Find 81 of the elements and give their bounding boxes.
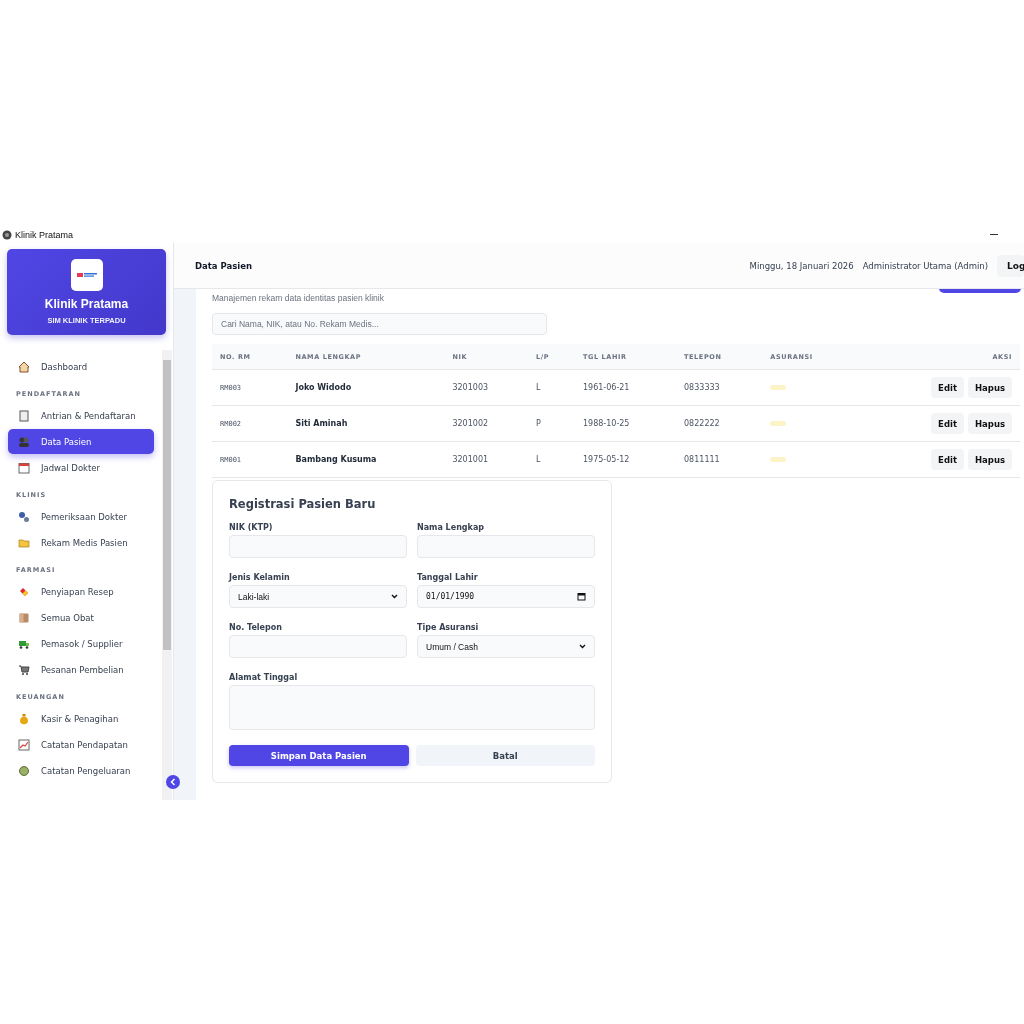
delete-button[interactable]: Hapus bbox=[967, 449, 1012, 470]
table-cell: Bambang Kusuma bbox=[287, 441, 445, 478]
house-icon bbox=[18, 360, 30, 373]
sidebar-item[interactable]: Pemasok / Supplier bbox=[8, 631, 154, 656]
people-icon bbox=[18, 435, 30, 448]
sidebar-item[interactable]: Antrian & Pendaftaran bbox=[8, 403, 154, 428]
table-cell: 0833333 bbox=[676, 369, 763, 406]
calendar-icon bbox=[18, 461, 30, 474]
edit-button[interactable]: Edit bbox=[931, 413, 964, 434]
sidebar-item[interactable]: Rekam Medis Pasien bbox=[8, 530, 154, 555]
scrollbar[interactable] bbox=[162, 350, 172, 800]
sidebar-item[interactable]: Semua Obat bbox=[8, 605, 154, 630]
field-label: NIK (KTP) bbox=[229, 523, 274, 532]
select-field[interactable]: Laki-laki bbox=[229, 585, 407, 608]
sidebar-item[interactable]: Data Pasien bbox=[8, 429, 154, 454]
box-icon bbox=[18, 611, 30, 624]
sidebar-item[interactable]: Pesanan Pembelian bbox=[8, 657, 154, 682]
table-cell: 1975-05-12 bbox=[574, 441, 677, 478]
date-field[interactable]: 01/01/1990 bbox=[417, 585, 595, 608]
field-label: Alamat Tinggal bbox=[229, 673, 299, 682]
calendar-icon bbox=[577, 592, 586, 601]
sidebar-item[interactable]: Catatan Pendapatan bbox=[8, 732, 154, 757]
text-field[interactable] bbox=[229, 635, 407, 658]
delete-button[interactable]: Hapus bbox=[967, 413, 1012, 434]
table-cell: Joko Widodo bbox=[287, 369, 445, 406]
coin-icon bbox=[18, 764, 30, 777]
pill-icon bbox=[18, 585, 30, 598]
edit-button[interactable]: Edit bbox=[931, 377, 964, 398]
chart-icon bbox=[18, 738, 30, 751]
logo-icon bbox=[76, 272, 97, 278]
text-field[interactable] bbox=[229, 535, 407, 558]
table-cell: 1988-10-25 bbox=[574, 405, 677, 442]
sidebar-item[interactable]: Kasir & Penagihan bbox=[8, 706, 154, 731]
chevron-down-icon bbox=[391, 594, 398, 599]
sidebar-item[interactable]: Dashboard bbox=[8, 354, 154, 379]
field-label: Jenis Kelamin bbox=[229, 573, 291, 582]
brand-name: Klinik Pratama bbox=[44, 297, 129, 311]
minimize-icon[interactable] bbox=[990, 234, 998, 236]
user-name: Administrator Utama (Admin) bbox=[862, 260, 988, 271]
edit-button[interactable]: Edit bbox=[931, 449, 964, 470]
page-subtitle: Manajemen rekam data identitas pasien klinik bbox=[212, 293, 385, 303]
sidebar-item[interactable]: Pemeriksaan Dokter bbox=[8, 504, 154, 529]
delete-button[interactable]: Hapus bbox=[967, 377, 1012, 398]
field-label: Tanggal Lahir bbox=[417, 573, 479, 582]
folder-icon bbox=[18, 536, 30, 549]
table-cell: 0822222 bbox=[676, 405, 763, 442]
field-label: Nama Lengkap bbox=[417, 523, 485, 532]
address-field[interactable] bbox=[229, 685, 595, 730]
table-cell: Siti Aminah bbox=[287, 405, 445, 442]
sidebar-item[interactable]: Catatan Pengeluaran bbox=[8, 758, 154, 783]
chevron-down-icon bbox=[579, 644, 586, 649]
moneybag-icon bbox=[18, 712, 30, 725]
date-text: Minggu, 18 Januari 2026 bbox=[749, 260, 854, 271]
field-label: Tipe Asuransi bbox=[417, 623, 480, 632]
field-label: No. Telepon bbox=[229, 623, 283, 632]
save-button[interactable]: Simpan Data Pasien bbox=[229, 745, 409, 766]
table-cell: 3201003 bbox=[444, 369, 528, 406]
page-title: Data Pasien bbox=[195, 260, 253, 271]
logout-button[interactable]: Log bbox=[997, 254, 1024, 277]
search-field[interactable]: Cari Nama, NIK, atau No. Rekam Medis... bbox=[212, 313, 547, 335]
clipboard-icon bbox=[18, 409, 30, 422]
text-field[interactable] bbox=[417, 535, 595, 558]
table-cell: P bbox=[527, 405, 575, 442]
table-cell: 3201001 bbox=[444, 441, 528, 478]
cancel-button[interactable]: Batal bbox=[415, 745, 595, 766]
sidebar-item[interactable]: Penyiapan Resep bbox=[8, 579, 154, 604]
chevron-left-icon bbox=[170, 778, 176, 786]
sidebar-item[interactable]: Jadwal Dokter bbox=[8, 455, 154, 480]
insurance-badge bbox=[770, 457, 787, 462]
table-cell: L bbox=[527, 441, 575, 478]
app-icon bbox=[2, 230, 12, 240]
window-title: Klinik Pratama bbox=[15, 230, 74, 240]
form-title: Registrasi Pasien Baru bbox=[229, 497, 377, 511]
cart-icon bbox=[18, 663, 30, 676]
table-cell: 3201002 bbox=[444, 405, 528, 442]
table-cell: L bbox=[527, 369, 575, 406]
insurance-badge bbox=[770, 421, 787, 426]
table-cell: 1961-06-21 bbox=[574, 369, 677, 406]
select-field[interactable]: Umum / Cash bbox=[417, 635, 595, 658]
insurance-badge bbox=[770, 385, 787, 390]
table-cell: 0811111 bbox=[676, 441, 763, 478]
